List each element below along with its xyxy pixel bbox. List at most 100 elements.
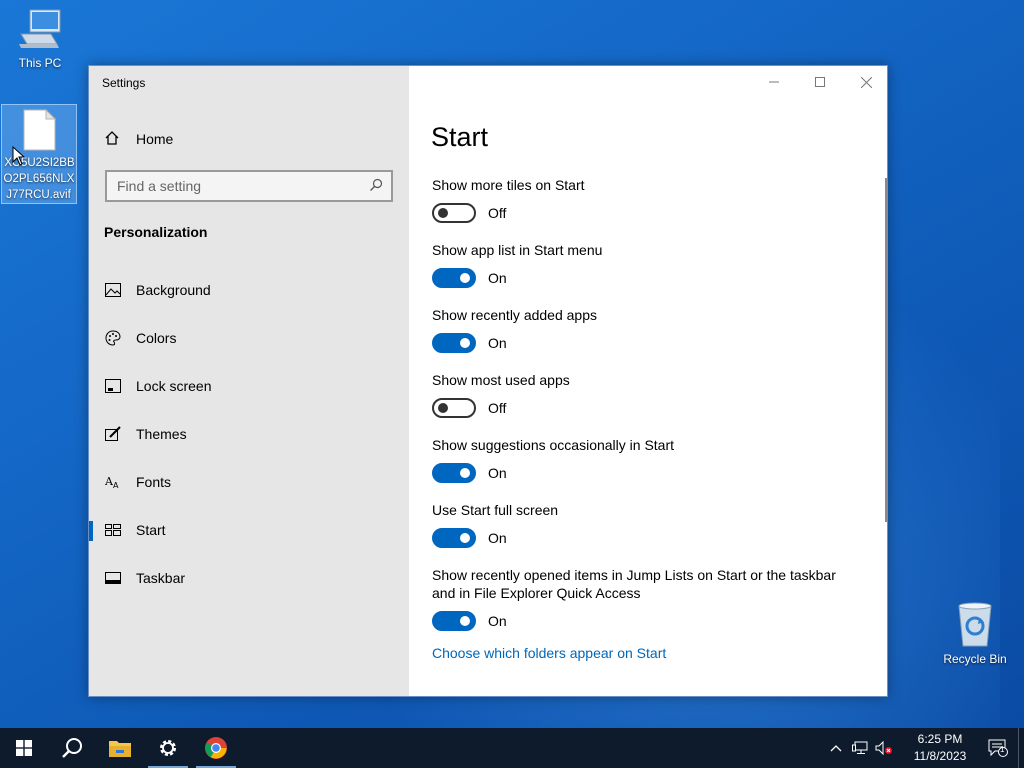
nav-item-lock-screen[interactable]: Lock screen bbox=[89, 362, 409, 410]
setting-label: Show recently added apps bbox=[432, 307, 597, 323]
minimize-button[interactable] bbox=[751, 66, 797, 98]
chrome-taskbar-button[interactable] bbox=[192, 728, 240, 768]
nav-list: Background Colors Lock screen Themes A A… bbox=[89, 266, 409, 602]
volume-muted-icon bbox=[875, 741, 892, 755]
nav-home[interactable]: Home bbox=[104, 128, 173, 150]
nav-item-colors[interactable]: Colors bbox=[89, 314, 409, 362]
search-button[interactable] bbox=[48, 728, 96, 768]
choose-folders-link[interactable]: Choose which folders appear on Start bbox=[432, 645, 852, 661]
toggle-state: On bbox=[488, 613, 507, 629]
windows-start-icon bbox=[16, 740, 32, 756]
taskbar: 6:25 PM 11/8/2023 1 bbox=[0, 728, 1024, 768]
close-button[interactable] bbox=[843, 66, 889, 98]
desktop-icon-this-pc[interactable]: This PC bbox=[2, 8, 78, 71]
toggle-state: Off bbox=[488, 400, 507, 416]
notification-count: 1 bbox=[1000, 745, 1005, 754]
nav-item-background[interactable]: Background bbox=[89, 266, 409, 314]
toggle-switch[interactable] bbox=[432, 268, 476, 288]
chrome-icon bbox=[205, 737, 227, 759]
show-hidden-icons-button[interactable] bbox=[824, 728, 848, 768]
document-file-icon bbox=[23, 109, 56, 151]
scrollbar[interactable] bbox=[885, 178, 887, 522]
settings-window: Settings Home Personalization Background bbox=[88, 65, 888, 697]
toggle-switch[interactable] bbox=[432, 333, 476, 353]
setting-full-screen: Use Start full screen On bbox=[432, 501, 852, 553]
nav-item-fonts[interactable]: AA Fonts bbox=[89, 458, 409, 506]
recycle-bin-icon bbox=[958, 602, 992, 647]
settings-taskbar-button[interactable] bbox=[144, 728, 192, 768]
file-explorer-button[interactable] bbox=[96, 728, 144, 768]
show-desktop-button[interactable] bbox=[1018, 728, 1024, 768]
svg-text:A: A bbox=[113, 481, 119, 489]
nav-item-start[interactable]: Start bbox=[89, 506, 409, 554]
clock-date: 11/8/2023 bbox=[913, 749, 967, 763]
navigation-pane: Settings Home Personalization Background bbox=[89, 66, 409, 696]
mouse-cursor-icon bbox=[12, 146, 26, 166]
search-input[interactable] bbox=[117, 178, 369, 194]
minimize-icon bbox=[769, 81, 779, 83]
system-tray: 6:25 PM 11/8/2023 1 bbox=[824, 728, 1024, 768]
search-box[interactable] bbox=[105, 170, 393, 202]
lock-screen-icon bbox=[104, 377, 122, 395]
setting-label: Use Start full screen bbox=[432, 502, 559, 518]
volume-button[interactable] bbox=[872, 728, 896, 768]
picture-icon bbox=[104, 281, 122, 299]
setting-label: Show app list in Start menu bbox=[432, 242, 603, 258]
fonts-icon: AA bbox=[104, 473, 122, 491]
toggle-switch[interactable] bbox=[432, 463, 476, 483]
close-icon bbox=[860, 76, 872, 88]
content-pane: Start Show more tiles on Start Off Show … bbox=[409, 66, 889, 696]
toggle-switch[interactable] bbox=[432, 398, 476, 418]
nav-item-label: Fonts bbox=[136, 474, 172, 490]
this-pc-label: This PC bbox=[18, 56, 62, 70]
setting-jump-lists: Show recently opened items in Jump Lists… bbox=[432, 566, 852, 636]
chevron-up-icon bbox=[830, 745, 842, 752]
nav-item-label: Lock screen bbox=[136, 378, 212, 394]
settings-list: Show more tiles on Start Off Show app li… bbox=[432, 176, 852, 661]
start-tiles-icon bbox=[104, 521, 122, 539]
palette-icon bbox=[104, 329, 122, 347]
file-explorer-icon bbox=[109, 741, 131, 757]
setting-label: Show more tiles on Start bbox=[432, 177, 585, 193]
start-button[interactable] bbox=[0, 728, 48, 768]
setting-show-more-tiles: Show more tiles on Start Off bbox=[432, 176, 852, 228]
nav-item-label: Start bbox=[136, 522, 166, 538]
toggle-switch[interactable] bbox=[432, 203, 476, 223]
setting-label: Show suggestions occasionally in Start bbox=[432, 437, 675, 453]
settings-gear-icon bbox=[160, 740, 176, 756]
taskbar-icon bbox=[104, 569, 122, 587]
action-center-button[interactable]: 1 bbox=[978, 728, 1018, 768]
search-icon bbox=[62, 738, 82, 758]
setting-recently-added: Show recently added apps On bbox=[432, 306, 852, 358]
maximize-button[interactable] bbox=[797, 66, 843, 98]
page-title: Start bbox=[431, 122, 489, 152]
nav-item-themes[interactable]: Themes bbox=[89, 410, 409, 458]
network-button[interactable] bbox=[848, 728, 872, 768]
computer-icon bbox=[19, 9, 61, 48]
nav-item-label: Colors bbox=[136, 330, 177, 346]
clock[interactable]: 6:25 PM 11/8/2023 bbox=[902, 731, 978, 765]
toggle-switch[interactable] bbox=[432, 528, 476, 548]
search-icon[interactable] bbox=[369, 178, 383, 195]
setting-label: Show most used apps bbox=[432, 372, 570, 388]
toggle-state: Off bbox=[488, 205, 507, 221]
setting-most-used: Show most used apps Off bbox=[432, 371, 852, 423]
themes-brush-icon bbox=[104, 425, 122, 443]
setting-label: Show recently opened items in Jump Lists… bbox=[432, 567, 836, 601]
desktop-icon-recycle-bin[interactable]: Recycle Bin bbox=[937, 600, 1013, 667]
nav-item-label: Taskbar bbox=[136, 570, 186, 586]
nav-home-label: Home bbox=[136, 131, 174, 147]
maximize-icon bbox=[815, 77, 825, 87]
setting-show-app-list: Show app list in Start menu On bbox=[432, 241, 852, 293]
toggle-state: On bbox=[488, 335, 507, 351]
network-icon bbox=[852, 741, 868, 754]
toggle-state: On bbox=[488, 270, 507, 286]
nav-item-taskbar[interactable]: Taskbar bbox=[89, 554, 409, 602]
notification-icon bbox=[988, 739, 1008, 757]
section-title: Personalization bbox=[104, 224, 208, 240]
clock-time: 6:25 PM bbox=[917, 732, 963, 746]
setting-suggestions: Show suggestions occasionally in Start O… bbox=[432, 436, 852, 488]
home-icon bbox=[104, 130, 122, 149]
recycle-bin-label: Recycle Bin bbox=[943, 652, 1007, 666]
toggle-switch[interactable] bbox=[432, 611, 476, 631]
